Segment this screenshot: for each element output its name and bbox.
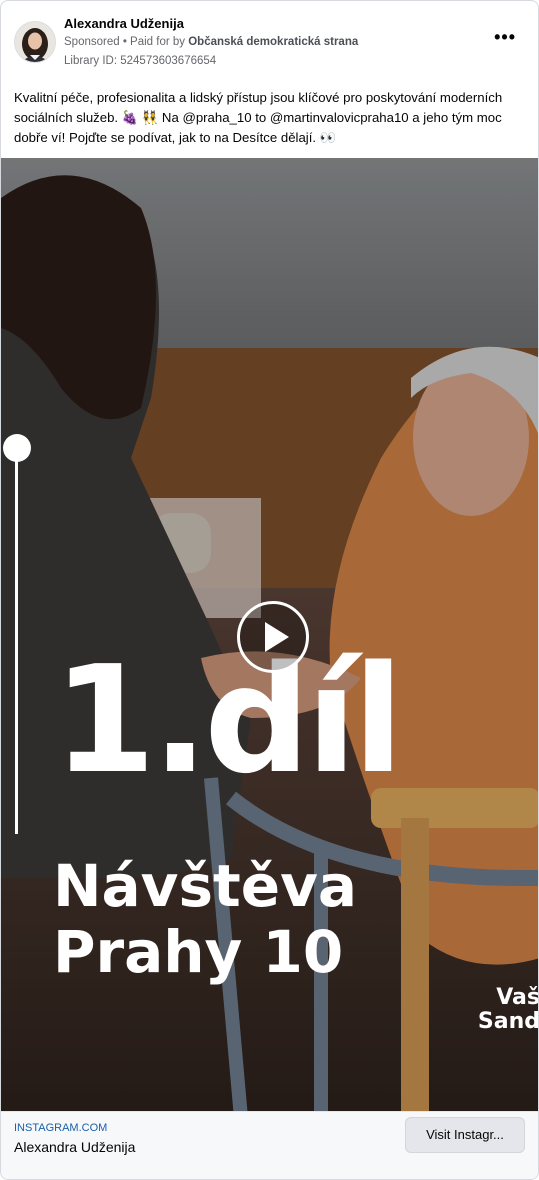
sponsored-meta: Sponsored • Paid for by Občanská demokra… [64,36,358,48]
video-subtitle: Návštěva Prahy 10 [53,853,357,985]
link-footer[interactable]: INSTAGRAM.COM Alexandra Udženija Visit I… [1,1111,538,1179]
video-subtitle-line1: Návštěva [53,852,358,920]
post-header: Alexandra Udženija Sponsored • Paid for … [1,1,538,81]
visit-instagram-button[interactable]: Visit Instagr... [405,1117,525,1153]
link-domain: INSTAGRAM.COM [14,1122,108,1134]
library-id: Library ID: 524573603676654 [64,55,217,67]
more-options-icon[interactable]: ••• [494,27,516,48]
timeline-line [15,448,18,834]
video-player[interactable]: 1.díl Návštěva Prahy 10 Vaš Sand [1,158,539,1111]
author-name[interactable]: Alexandra Udženija [64,16,184,31]
play-icon[interactable] [237,601,309,673]
ad-card: Alexandra Udženija Sponsored • Paid for … [0,0,539,1180]
payer-name[interactable]: Občanská demokratická strana [188,36,358,48]
watermark-line2: Sand [477,1009,539,1034]
video-subtitle-line2: Prahy 10 [53,918,344,986]
post-text: Kvalitní péče, profesionalita a lidský p… [14,90,503,145]
link-name: Alexandra Udženija [14,1139,136,1155]
timeline-marker[interactable] [3,434,31,462]
avatar[interactable] [14,21,56,63]
paid-for-prefix: • Paid for by [119,36,189,48]
watermark: Vaš Sand [470,985,539,1034]
watermark-line1: Vaš [496,985,539,1010]
video-title: 1.díl [53,634,404,806]
sponsored-label: Sponsored [64,36,120,48]
